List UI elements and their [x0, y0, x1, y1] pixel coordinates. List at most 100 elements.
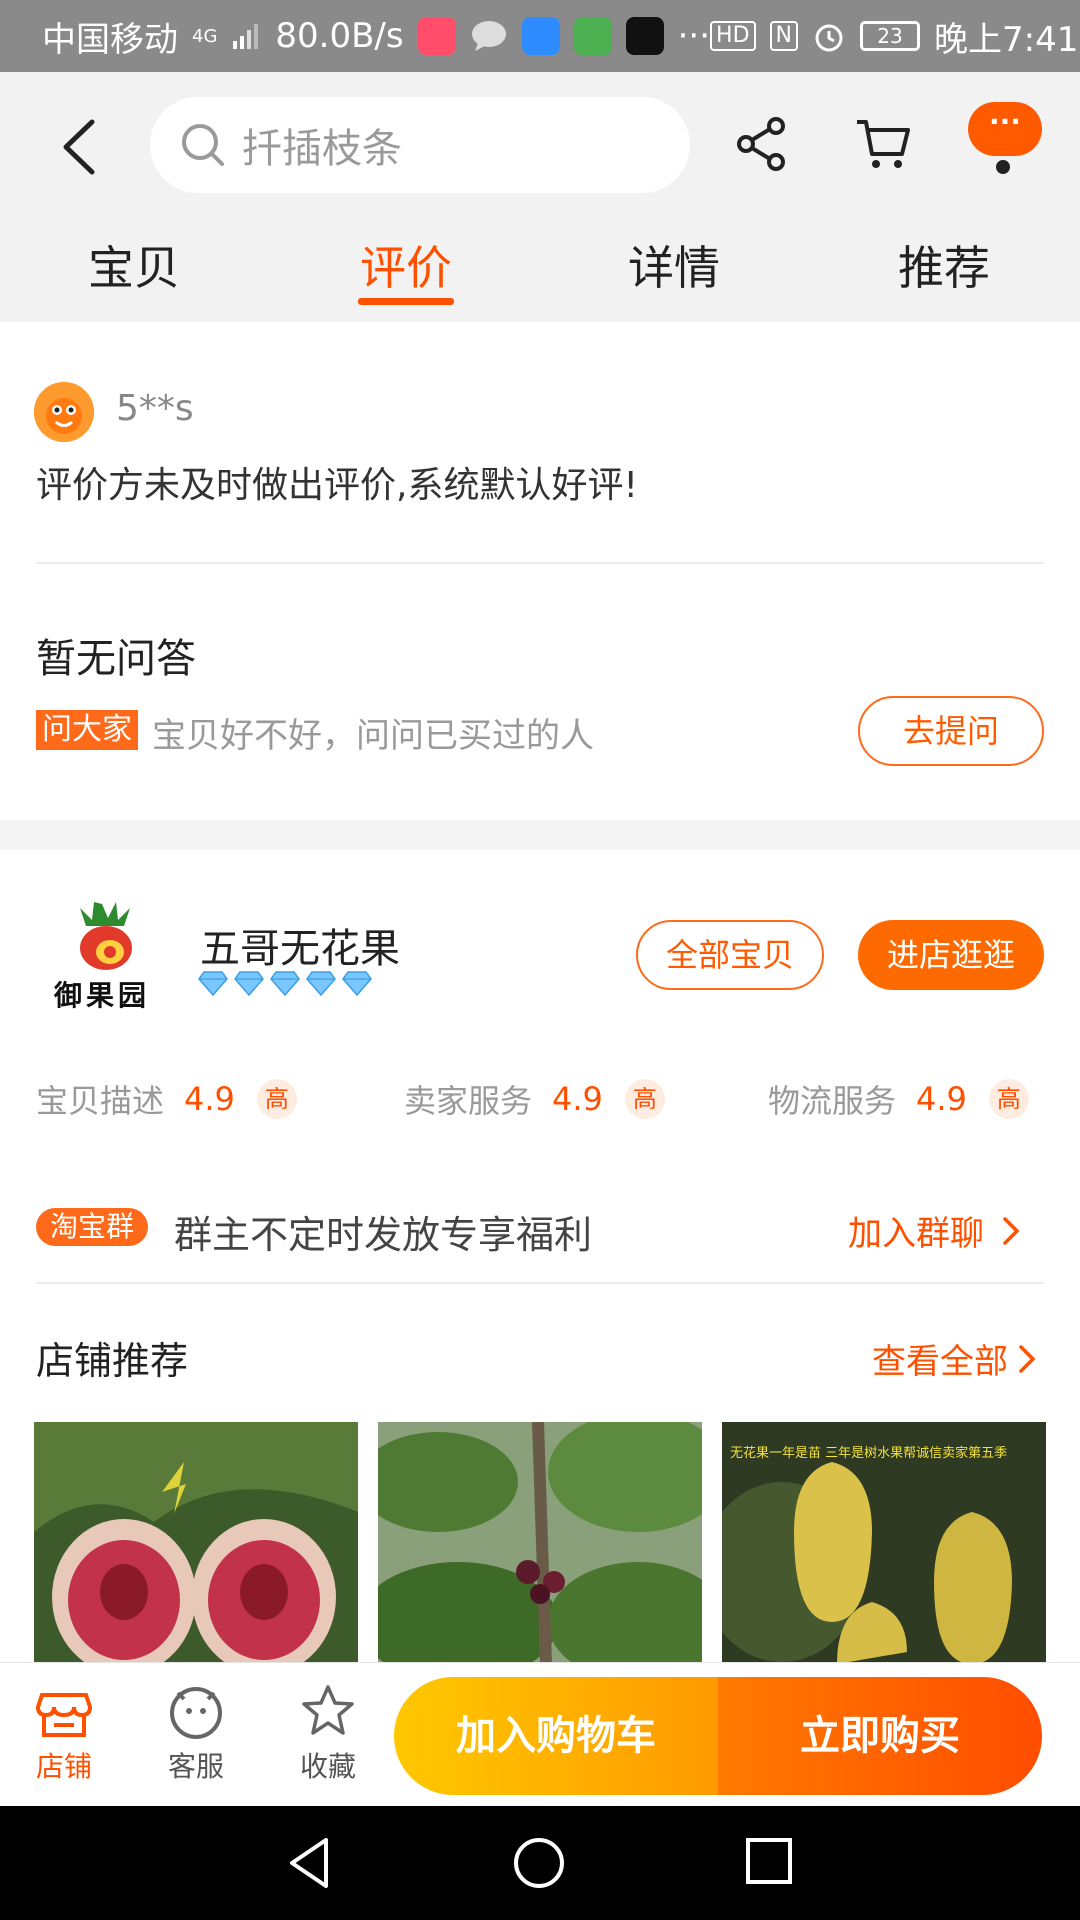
ask-question-button[interactable]: 去提问 — [858, 696, 1044, 766]
customer-service-button[interactable]: 客服 — [146, 1683, 246, 1785]
qa-title: 暂无问答 — [36, 636, 196, 682]
status-bar: 中国移动 4G 80.0B/s ··· HD N 23 晚上7:41 — [0, 0, 1080, 72]
rating-value: 4.9 — [552, 1080, 603, 1118]
diamond-icon — [234, 971, 264, 996]
tab-reviews[interactable]: 评价 — [306, 232, 506, 298]
store-icon — [36, 1693, 92, 1737]
tab-recommend[interactable]: 推荐 — [844, 232, 1044, 298]
browser-app-icon — [521, 17, 560, 55]
review-username: 5**s — [116, 388, 194, 429]
enter-shop-button[interactable]: 进店逛逛 — [858, 920, 1044, 990]
tab-bar: 宝贝 评价 详情 推荐 — [0, 222, 1080, 322]
share-icon — [737, 117, 785, 171]
product-thumbnail[interactable] — [34, 1422, 358, 1664]
divider — [36, 562, 1044, 564]
signal-icon — [233, 24, 259, 49]
rating-label: 卖家服务 — [404, 1082, 533, 1120]
all-items-button[interactable]: 全部宝贝 — [636, 920, 824, 990]
rating-logistics: 物流服务 4.9 高 — [768, 1076, 1029, 1122]
view-all-link[interactable]: 查看全部 — [872, 1334, 1036, 1383]
product-thumbnail[interactable] — [378, 1422, 702, 1664]
rating-service: 卖家服务 4.9 高 — [404, 1076, 665, 1122]
group-benefit-text: 群主不定时发放专享福利 — [174, 1213, 593, 1257]
network-speed: 80.0B/s — [275, 16, 404, 56]
share-button[interactable] — [736, 116, 788, 172]
shop-section: 御果园 五哥无花果 全部宝贝 进店逛逛 宝贝描述 4.9 高 卖家服务 4.9 … — [0, 850, 1080, 1664]
store-button[interactable]: 店铺 — [14, 1683, 114, 1785]
shop-name[interactable]: 五哥无花果 — [200, 916, 400, 974]
diamond-icon — [342, 971, 372, 996]
more-notifications: ··· — [677, 16, 711, 56]
favorite-button[interactable]: 收藏 — [278, 1683, 378, 1785]
chevron-right-icon — [1003, 1216, 1020, 1245]
fig-tree-image — [378, 1422, 702, 1664]
chat-face-icon — [170, 1687, 222, 1739]
nfc-icon: N — [769, 21, 798, 51]
chevron-left-icon — [63, 119, 95, 175]
message-icon — [471, 21, 506, 51]
diamond-icon — [306, 971, 336, 996]
search-input[interactable]: 扦插枝条 — [150, 97, 690, 193]
buy-now-button[interactable]: 立即购买 — [718, 1677, 1042, 1795]
carrier-label: 中国移动 — [42, 19, 178, 60]
purchase-buttons: 加入购物车 立即购买 — [394, 1677, 1042, 1795]
review-text: 评价方未及时做出评价,系统默认好评! — [36, 465, 638, 506]
rating-value: 4.9 — [184, 1080, 235, 1118]
fig-halves-image — [34, 1422, 358, 1664]
review-section: 5**s 评价方未及时做出评价,系统默认好评! 暂无问答 问大家 宝贝好不好，问… — [0, 322, 1080, 820]
diamond-icon — [270, 971, 300, 996]
home-circle-icon[interactable] — [512, 1836, 566, 1890]
clock: 晚上7:41 — [934, 19, 1079, 60]
tab-details[interactable]: 详情 — [574, 232, 774, 298]
recents-square-icon[interactable] — [744, 1836, 794, 1886]
active-tab-indicator — [358, 298, 454, 305]
favorite-label: 收藏 — [299, 1750, 356, 1783]
service-label: 客服 — [167, 1750, 224, 1783]
notification-dot — [996, 160, 1010, 174]
rating-level-badge: 高 — [988, 1079, 1029, 1119]
more-button[interactable]: ··· — [968, 102, 1042, 156]
cart-button[interactable] — [854, 116, 912, 172]
back-button[interactable] — [52, 112, 112, 182]
back-triangle-icon[interactable] — [284, 1836, 334, 1890]
taobao-group-badge: 淘宝群 — [36, 1208, 149, 1246]
top-navigation: 扦插枝条 ··· 宝贝 评价 详情 推荐 — [0, 72, 1080, 322]
join-group-link[interactable]: 加入群聊 — [848, 1206, 1020, 1255]
thumbnail-caption: 无花果一年是苗 三年是树水果帮诚信卖家第五季 — [730, 1446, 1008, 1461]
chrome-app-icon — [573, 17, 612, 55]
chevron-right-icon — [1019, 1344, 1036, 1373]
avatar-icon — [34, 382, 94, 442]
avatar[interactable] — [34, 382, 94, 442]
tab-item[interactable]: 宝贝 — [34, 232, 234, 298]
battery-indicator: 23 — [860, 21, 920, 51]
rating-level-badge: 高 — [624, 1079, 665, 1119]
system-navigation-bar — [0, 1806, 1080, 1920]
star-icon — [302, 1685, 354, 1735]
cart-icon — [857, 120, 910, 168]
rating-level-badge: 高 — [256, 1079, 297, 1119]
rating-description: 宝贝描述 4.9 高 — [36, 1076, 297, 1122]
view-all-label: 查看全部 — [872, 1342, 1008, 1382]
kuaishou-app-icon — [417, 17, 456, 55]
tiktok-app-icon — [625, 17, 664, 55]
rating-value: 4.9 — [916, 1080, 967, 1118]
shop-level-diamonds — [198, 970, 372, 996]
product-thumbnail[interactable]: 无花果一年是苗 三年是树水果帮诚信卖家第五季 — [722, 1422, 1046, 1664]
rating-label: 物流服务 — [768, 1082, 897, 1120]
search-icon — [182, 124, 224, 166]
hd-icon: HD — [710, 21, 756, 51]
diamond-icon — [198, 971, 228, 996]
ask-hint-text: 宝贝好不好，问问已买过的人 — [152, 716, 594, 756]
alarm-icon — [815, 24, 843, 52]
network-type: 4G — [192, 25, 218, 47]
store-label: 店铺 — [35, 1750, 92, 1783]
shop-logo-text: 御果园 — [54, 979, 151, 1012]
add-to-cart-button[interactable]: 加入购物车 — [394, 1677, 718, 1795]
bottom-action-bar: 店铺 客服 收藏 加入购物车 立即购买 — [0, 1662, 1080, 1806]
divider — [36, 1282, 1044, 1284]
ask-everyone-badge: 问大家 — [36, 710, 138, 750]
shop-recommend-title: 店铺推荐 — [36, 1339, 189, 1383]
shop-logo[interactable]: 御果园 — [40, 894, 170, 1014]
rating-label: 宝贝描述 — [36, 1082, 165, 1120]
join-group-label: 加入群聊 — [848, 1214, 984, 1254]
